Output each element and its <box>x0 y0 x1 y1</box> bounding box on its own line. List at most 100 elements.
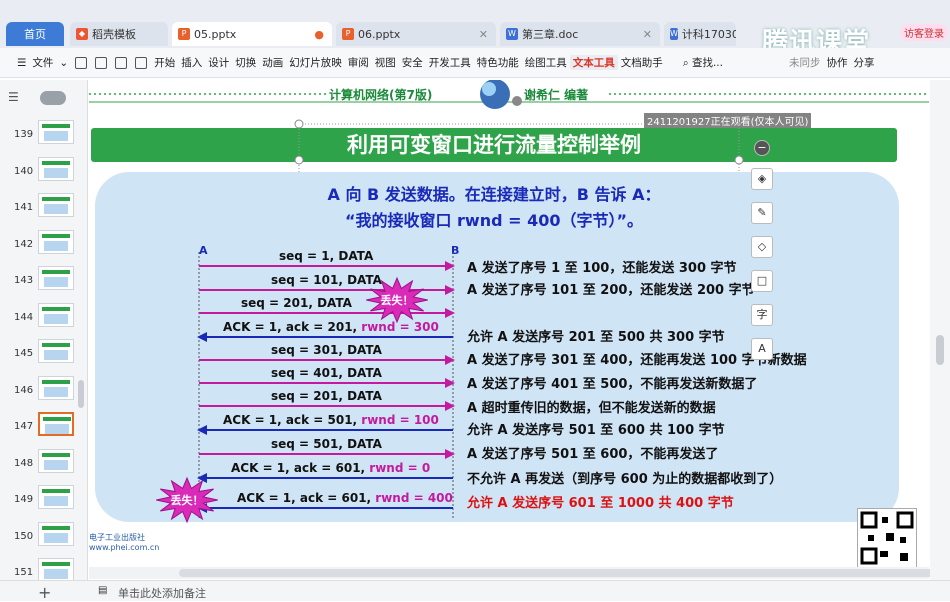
rwnd-value: rwnd = 0 <box>369 461 431 475</box>
slide-thumb-142[interactable]: 142 <box>0 226 88 262</box>
slide-number: 145 <box>14 348 34 359</box>
slide-thumb-147[interactable]: 147 <box>0 408 88 444</box>
save-icon[interactable] <box>75 56 88 69</box>
collapse-icon[interactable]: − <box>754 140 770 156</box>
tab-text-tools[interactable]: 文本工具 <box>569 55 618 70</box>
slide-thumbnail <box>38 339 74 363</box>
panel-scrollbar[interactable] <box>78 380 84 408</box>
slide-number: 147 <box>14 421 34 432</box>
undo-icon[interactable] <box>115 56 128 69</box>
share-button[interactable]: 分享 <box>850 55 877 70</box>
redo-icon[interactable] <box>135 56 148 69</box>
slide-thumbnail <box>38 266 74 290</box>
tab-doc-assistant[interactable]: 文档助手 <box>618 55 666 70</box>
visitor-login-button[interactable]: 访客登录 <box>900 24 948 41</box>
sync-status[interactable]: 未同步 <box>786 55 824 70</box>
add-slide-icon[interactable]: + <box>38 583 51 602</box>
border-icon[interactable]: □ <box>751 270 773 292</box>
horizontal-scrollbar[interactable] <box>89 567 949 579</box>
step-description: 允许 A 发送序号 501 至 600 共 100 字节 <box>467 423 725 438</box>
qr-code <box>857 508 917 568</box>
tab-transition[interactable]: 切换 <box>232 55 259 70</box>
slide-thumb-140[interactable]: 140 <box>0 153 88 189</box>
arrow-label: ACK = 1, ack = 501, rwnd = 100 <box>223 413 439 427</box>
tab-review[interactable]: 审阅 <box>345 55 372 70</box>
tab-features[interactable]: 特色功能 <box>474 55 522 70</box>
vertical-scroll-thumb[interactable] <box>936 335 944 365</box>
arrow-label: seq = 301, DATA <box>271 343 382 357</box>
close-icon[interactable]: ✕ <box>479 28 488 41</box>
menu-icon[interactable]: ☰ <box>14 57 29 69</box>
daoke-icon: ◆ <box>76 28 88 40</box>
arrow-text: ACK = 1, ack = 501, <box>223 413 362 427</box>
ppt-icon: P <box>342 28 354 40</box>
tab-jike-doc[interactable]: W计科170304标节 <box>664 22 736 46</box>
step-description: 允许 A 发送序号 601 至 1000 共 400 字节 <box>467 496 734 511</box>
collab-button[interactable]: 协作 <box>823 55 850 70</box>
rwnd-value: rwnd = 100 <box>361 413 439 427</box>
text-effect-icon[interactable]: A <box>751 338 773 360</box>
slide-thumb-144[interactable]: 144 <box>0 299 88 335</box>
list-icon: ☰ <box>8 90 19 104</box>
tab-design[interactable]: 设计 <box>205 55 232 70</box>
lost-burst-icon: 丢失！ <box>156 476 218 524</box>
print-icon[interactable] <box>95 56 108 69</box>
horizontal-scroll-thumb[interactable] <box>179 569 949 577</box>
tab-05-pptx[interactable]: P 05.pptx ● <box>172 22 332 46</box>
notes-placeholder[interactable]: 单击此处添加备注 <box>118 585 206 601</box>
slide-thumb-143[interactable]: 143 <box>0 262 88 298</box>
step-description: 不允许 A 再发送（到序号 600 为止的数据都收到了） <box>467 472 783 487</box>
slide-number: 148 <box>14 457 34 469</box>
fill-icon[interactable]: ◇ <box>751 236 773 258</box>
arrow-text: seq = 101, DATA <box>271 273 382 287</box>
arrow-label: ACK = 1, ack = 601, rwnd = 0 <box>231 461 430 475</box>
close-icon[interactable]: ✕ <box>643 28 652 41</box>
slide-view-icon[interactable] <box>40 91 66 105</box>
tab-slideshow[interactable]: 幻灯片放映 <box>286 55 345 70</box>
slide-thumb-148[interactable]: 148 <box>0 445 88 481</box>
slide-thumbnail <box>38 193 74 217</box>
tab-insert[interactable]: 插入 <box>178 55 205 70</box>
arrow-text: seq = 201, DATA <box>241 296 352 310</box>
tab-view[interactable]: 视图 <box>372 55 399 70</box>
slide-thumb-149[interactable]: 149 <box>0 481 88 517</box>
tab-chapter3-doc[interactable]: W 第三章.doc ✕ <box>500 22 660 46</box>
unsaved-dot-icon: ● <box>314 27 324 41</box>
tab-home[interactable]: 首页 <box>6 22 64 46</box>
slide-canvas[interactable]: 计算机网络(第7版) 谢希仁 编著 利用可变窗口进行流量控制举例 2411201… <box>89 80 929 580</box>
tab-animation[interactable]: 动画 <box>259 55 286 70</box>
search-button[interactable]: ⌕ 查找... <box>680 55 726 70</box>
slide-thumb-150[interactable]: 150 <box>0 518 88 554</box>
pen-icon[interactable]: ✎ <box>751 202 773 224</box>
slide-thumbnail <box>38 448 74 473</box>
arrow-text: ACK = 1, ack = 201, <box>223 320 362 334</box>
ppt-icon: P <box>178 28 190 40</box>
slide-thumb-139[interactable]: 139 <box>0 116 88 152</box>
arrow-text: ACK = 1, ack = 601, <box>237 491 376 505</box>
font-icon[interactable]: 字 <box>751 304 773 326</box>
layers-icon[interactable]: ◈ <box>751 168 773 190</box>
slide-thumbnail <box>38 302 74 327</box>
slide-thumb-145[interactable]: 145 <box>0 335 88 371</box>
slide-thumb-141[interactable]: 141 <box>0 189 88 225</box>
tab-security[interactable]: 安全 <box>399 55 426 70</box>
tab-start[interactable]: 开始 <box>151 55 178 70</box>
slide-thumbnail <box>38 229 74 254</box>
slide-thumbnail <box>38 412 74 436</box>
tab-drawing-tools[interactable]: 绘图工具 <box>522 55 570 70</box>
tab-06-pptx[interactable]: P 06.pptx ✕ <box>336 22 496 46</box>
vertical-scrollbar[interactable] <box>930 80 950 580</box>
tab-developer[interactable]: 开发工具 <box>426 55 474 70</box>
outline-toggle[interactable]: ☰ <box>8 90 80 106</box>
lost-text: 丢失！ <box>171 493 204 507</box>
slide-number: 150 <box>14 530 34 542</box>
rwnd-value: rwnd = 400 <box>375 491 453 505</box>
tab-daoke[interactable]: ◆ 稻壳模板 <box>70 22 168 46</box>
publisher-logo: 电子工业出版社 www.phei.com.cn <box>89 533 160 552</box>
chevron-down-icon[interactable]: ⌄ <box>56 57 71 69</box>
slide-thumb-146[interactable]: 146 <box>0 372 88 408</box>
file-menu[interactable]: 文件 <box>29 55 56 70</box>
slide-number: 139 <box>14 129 34 140</box>
slide-number: 146 <box>14 384 34 396</box>
word-icon: W <box>506 28 518 40</box>
